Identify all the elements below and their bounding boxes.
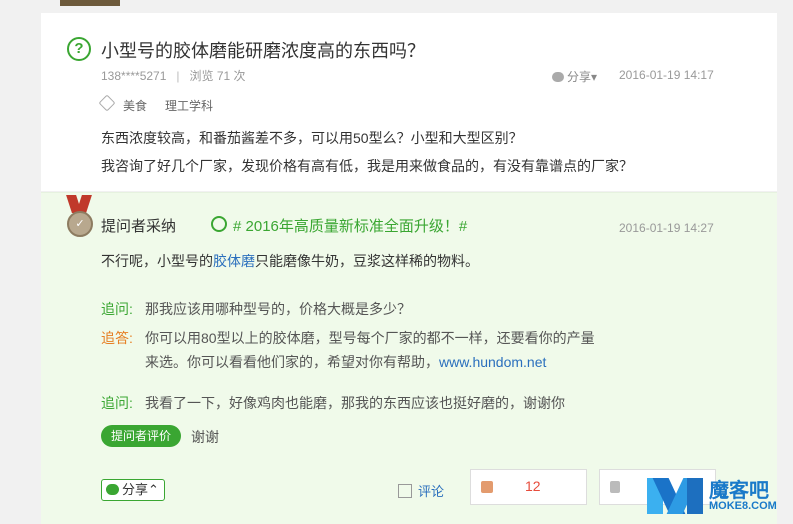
- question-title: 小型号的胶体磨能研磨浓度高的东西吗？: [101, 41, 425, 61]
- tag-food[interactable]: 美食: [123, 99, 147, 113]
- promo-text: # 2016年高质量新标准全面升级！#: [233, 218, 468, 235]
- chevron-up-icon: ⌃: [148, 482, 159, 497]
- comment-button[interactable]: 评论: [398, 481, 444, 500]
- answer-date: 2016-01-19 14:27: [619, 221, 714, 235]
- question-meta: 138****5271 | 浏览 71 次: [101, 67, 246, 84]
- followup-reply: 追答: 你可以用80型以上的胶体磨，型号每个厂家的都不一样，还要看你的产量 来选。…: [101, 326, 595, 374]
- wechat-icon: [106, 484, 119, 495]
- promo-link[interactable]: # 2016年高质量新标准全面升级！#: [211, 215, 467, 236]
- website-link[interactable]: www.hundom.net: [439, 354, 546, 370]
- share-label: 分享: [567, 70, 592, 84]
- tag-icon: [98, 94, 116, 112]
- followup-text: 你可以用80型以上的胶体磨，型号每个厂家的都不一样，还要看你的产量: [145, 330, 595, 346]
- watermark-logo: 魔客吧 MOKE8.COM: [645, 470, 793, 523]
- thumbs-down-icon: [610, 481, 620, 493]
- keyword-link[interactable]: 胶体磨: [213, 253, 255, 269]
- top-image-fragment: [60, 0, 120, 6]
- thumbs-up-icon: [481, 481, 493, 493]
- asker-evaluation-button[interactable]: 提问者评价: [101, 425, 181, 447]
- like-button[interactable]: 12: [470, 469, 587, 505]
- view-count: 浏览 71 次: [189, 69, 246, 83]
- followup-label: 追问:: [101, 301, 133, 317]
- question-date: 2016-01-19 14:17: [619, 68, 714, 82]
- award-icon: [211, 216, 227, 232]
- followup-question: 追问: 那我应该用哪种型号的，价格大概是多少？: [101, 297, 411, 321]
- wechat-icon: [552, 72, 564, 82]
- followup-label: 追问:: [101, 395, 133, 411]
- question-circle-icon: ?: [67, 37, 91, 61]
- answer-text-part: 不行呢，小型号的: [101, 253, 213, 269]
- followup-label: 追答:: [101, 330, 133, 346]
- question-line: 我咨询了好几个厂家，发现价格有高有低，我是用来做食品的，有没有靠谱点的厂家？: [101, 158, 633, 174]
- question-line: 东西浓度较高，和番茄酱差不多，可以用50型么？小型和大型区别？: [101, 130, 523, 146]
- comment-icon: [398, 484, 412, 498]
- followup-text: 来选。你可以看看他们家的，希望对你有帮助，: [145, 354, 439, 370]
- medal-icon: ✓: [65, 195, 93, 239]
- like-count: 12: [525, 478, 541, 494]
- watermark-text: 魔客吧: [709, 480, 769, 502]
- logo-m-icon: [645, 474, 705, 514]
- meta-separator: |: [176, 69, 180, 83]
- question-card: ? 小型号的胶体磨能研磨浓度高的东西吗？ 138****5271 | 浏览 71 次…: [41, 13, 777, 191]
- evaluation-text: 谢谢: [191, 429, 219, 445]
- followup-text: 那我应该用哪种型号的，价格大概是多少？: [145, 301, 411, 317]
- answer-text-part: 只能磨像牛奶，豆浆这样稀的物料。: [255, 253, 479, 269]
- followup-text-line2: 来选。你可以看看他们家的，希望对你有帮助，www.hundom.net: [101, 350, 595, 374]
- followup-question: 追问: 我看了一下，好像鸡肉也能磨，那我的东西应该也挺好磨的，谢谢你: [101, 391, 565, 415]
- asker-name[interactable]: 138****5271: [101, 69, 166, 83]
- tag-science[interactable]: 理工学科: [165, 99, 213, 113]
- caret-down-icon: ▾: [591, 70, 598, 84]
- share-button[interactable]: 分享⌃: [101, 479, 165, 501]
- comment-label: 评论: [418, 484, 445, 499]
- followup-text: 我看了一下，好像鸡肉也能磨，那我的东西应该也挺好磨的，谢谢你: [145, 395, 565, 411]
- share-label: 分享: [122, 482, 149, 497]
- question-body: 东西浓度较高，和番茄酱差不多，可以用50型么？小型和大型区别？ 我咨询了好几个厂…: [101, 124, 633, 180]
- share-dropdown[interactable]: 分享▾: [552, 68, 597, 85]
- accepted-answer-title: 提问者采纳: [101, 218, 177, 235]
- watermark-subtext: MOKE8.COM: [709, 500, 777, 512]
- tag-list: 美食 理工学科: [98, 94, 231, 114]
- answer-text: 不行呢，小型号的胶体磨只能磨像牛奶，豆浆这样稀的物料。: [101, 251, 479, 271]
